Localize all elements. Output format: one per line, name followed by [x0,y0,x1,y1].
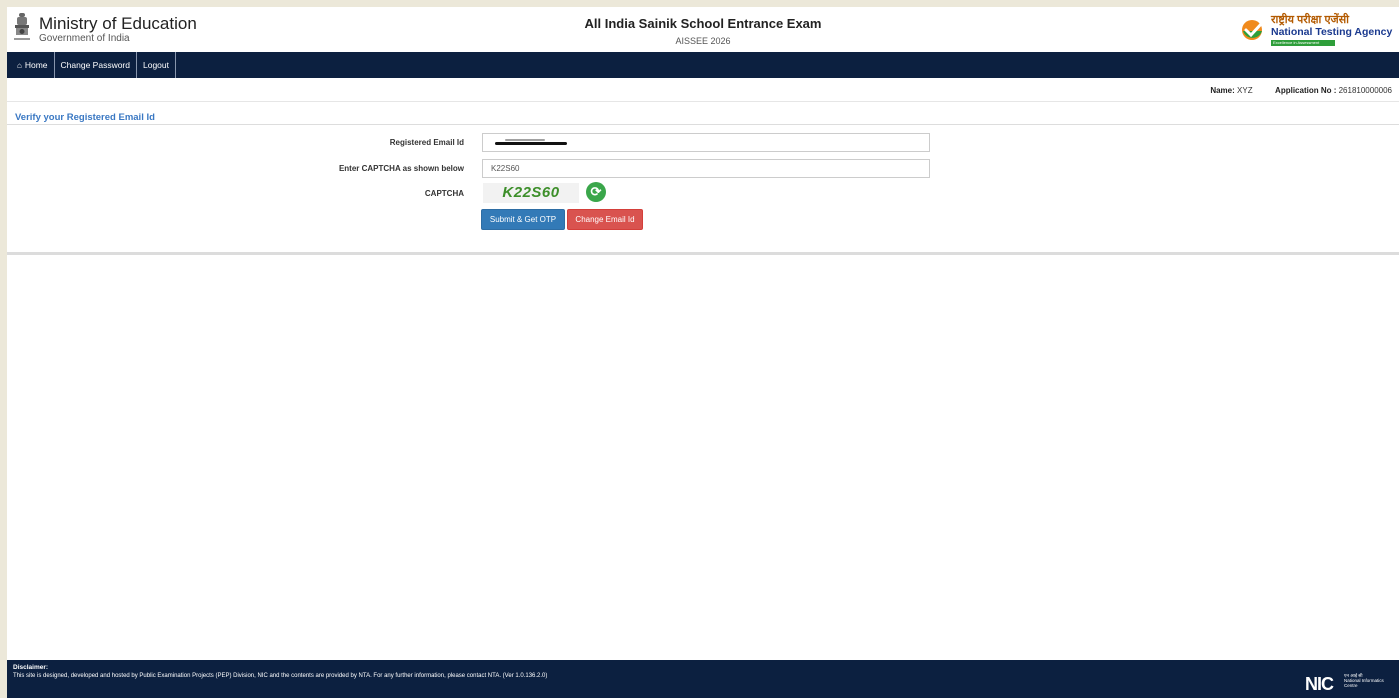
redacted-email-trace [505,139,545,141]
nic-english-text: National Informatics Centre [1344,678,1384,688]
nta-hindi-name: राष्ट्रीय परीक्षा एजेंसी [1271,14,1349,26]
nav-logout[interactable]: Logout [137,52,176,78]
nic-logo: NIC [1305,674,1334,694]
page-frame: Ministry of Education Government of Indi… [7,7,1399,698]
exam-title: All India Sainik School Entrance Exam [584,16,822,31]
disclaimer-text: This site is designed, developed and hos… [13,673,548,679]
application-label: Application No : [1275,86,1337,95]
nta-tagline: Excellence in Assessment [1271,40,1335,46]
site-header: Ministry of Education Government of Indi… [7,7,1399,52]
nta-check-logo-icon [1242,20,1264,40]
application-value: 261810000006 [1338,86,1392,95]
site-footer: Disclaimer: This site is designed, devel… [7,660,1399,698]
nav-change-password[interactable]: Change Password [55,52,137,78]
name-label: Name: [1210,86,1235,95]
panel-bottom-border [7,252,1399,255]
email-field[interactable] [482,133,930,152]
captcha-image: K22S60 [483,183,579,203]
nav-home-label: Home [24,60,48,70]
captcha-input[interactable]: K22S60 [482,159,930,178]
disclaimer-title: Disclaimer: [13,664,49,671]
redacted-email [495,142,567,145]
email-label: Registered Email Id [389,138,464,147]
exam-subtitle: AISSEE 2026 [675,36,731,46]
candidate-info: Name: XYZ Application No : 261810000006 [1210,86,1392,95]
captcha-label: CAPTCHA [424,189,464,198]
nic-logo-text: एन आई सी National Informatics Centre [1344,673,1384,688]
refresh-icon[interactable]: ⟳ [586,182,606,202]
divider [7,124,1399,125]
divider [7,101,1399,102]
main-navbar: ⌂ Home Change Password Logout [7,52,1399,78]
captcha-entry-label: Enter CAPTCHA as shown below [338,164,464,173]
nav-home[interactable]: ⌂ Home [7,52,55,78]
home-icon: ⌂ [17,60,22,70]
panel-title: Verify your Registered Email Id [15,112,155,123]
name-value: XYZ [1237,86,1253,95]
submit-get-otp-button[interactable]: Submit & Get OTP [481,209,565,230]
change-email-button[interactable]: Change Email Id [567,209,643,230]
nta-english-name: National Testing Agency [1271,26,1393,38]
